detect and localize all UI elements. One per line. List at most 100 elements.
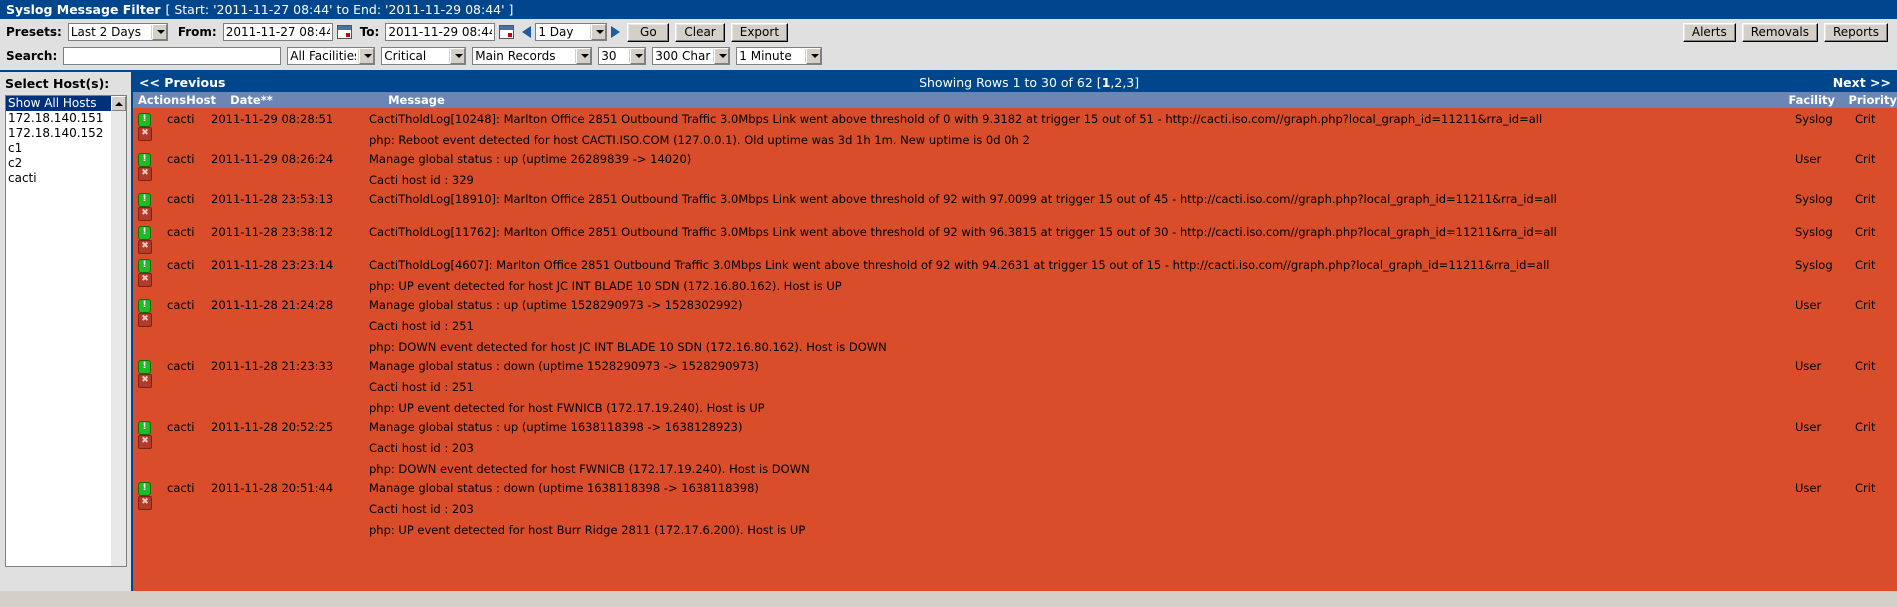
- window-title-bar: Syslog Message Filter [ Start: '2011-11-…: [0, 0, 1897, 19]
- facilities-select[interactable]: All Facilities: [287, 47, 376, 65]
- host-list-item[interactable]: 172.18.140.152: [6, 126, 126, 141]
- host-list-scrollbar[interactable]: [111, 96, 126, 566]
- reports-button[interactable]: Reports: [1823, 22, 1888, 42]
- row-actions: !✖: [133, 298, 167, 327]
- message-line: Cacti host id : 251: [369, 319, 474, 333]
- refresh-interval-select[interactable]: 1 Minute: [736, 47, 823, 65]
- message-line: php: UP event detected for host JC INT B…: [369, 279, 842, 293]
- cell-message: CactiTholdLog[10248]: Marlton Office 285…: [369, 112, 1795, 148]
- presets-select[interactable]: Last 2 Days: [67, 23, 168, 41]
- severity-select-wrap[interactable]: Critical: [381, 47, 467, 65]
- delete-icon[interactable]: ✖: [138, 496, 152, 510]
- delete-icon[interactable]: ✖: [138, 240, 152, 254]
- records-select[interactable]: Main Records: [472, 47, 593, 65]
- column-header-facility[interactable]: Facility: [1788, 93, 1848, 107]
- presets-select-wrap[interactable]: Last 2 Days: [67, 23, 168, 41]
- from-date-input[interactable]: [222, 23, 333, 41]
- cell-date: 2011-11-28 21:23:33: [211, 359, 334, 373]
- host-list-item[interactable]: 172.18.140.151: [6, 111, 126, 126]
- cell-priority: Crit: [1855, 420, 1876, 434]
- to-calendar-icon[interactable]: [499, 25, 515, 39]
- showing-rows-status: Showing Rows 1 to 30 of 62 [1,2,3]: [225, 75, 1832, 90]
- refresh-select-wrap[interactable]: 1 Minute: [736, 47, 823, 65]
- host-list-item[interactable]: Show All Hosts: [6, 96, 126, 111]
- arrow-right-icon[interactable]: [611, 26, 621, 38]
- delete-icon[interactable]: ✖: [138, 374, 152, 388]
- go-button[interactable]: Go: [627, 22, 670, 42]
- severity-select[interactable]: Critical: [381, 47, 467, 65]
- cell-host: cacti: [167, 192, 195, 206]
- cell-host: cacti: [167, 152, 195, 166]
- alert-icon[interactable]: !: [138, 258, 151, 273]
- host-list-item[interactable]: cacti: [6, 171, 126, 186]
- message-line: Manage global status : up (uptime 152829…: [369, 298, 743, 312]
- table-row[interactable]: !✖ cacti 2011-11-28 21:23:33 Manage global …: [133, 355, 1897, 416]
- table-row[interactable]: !✖ cacti 2011-11-28 23:23:14 CactiTholdLog[…: [133, 254, 1897, 294]
- delete-icon[interactable]: ✖: [138, 127, 152, 141]
- table-row[interactable]: !✖ cacti 2011-11-28 20:52:25 Manage global …: [133, 416, 1897, 477]
- host-listbox[interactable]: Show All Hosts 172.18.140.151 172.18.140.1…: [5, 95, 127, 567]
- column-header-message[interactable]: Message: [388, 93, 1788, 107]
- table-row[interactable]: !✖ cacti 2011-11-28 23:53:13 CactiTholdLog[…: [133, 188, 1897, 221]
- export-button[interactable]: Export: [730, 22, 789, 42]
- from-label: From:: [177, 25, 217, 39]
- message-line: Cacti host id : 203: [369, 502, 474, 516]
- alerts-button[interactable]: Alerts: [1682, 22, 1736, 42]
- column-header-host[interactable]: Host: [186, 93, 230, 107]
- delete-icon[interactable]: ✖: [138, 207, 152, 221]
- alert-icon[interactable]: !: [138, 359, 151, 374]
- delete-icon[interactable]: ✖: [138, 273, 152, 287]
- filter-row-top: Presets: Last 2 Days From: To: 1 Day Go …: [6, 22, 1891, 42]
- alert-icon[interactable]: !: [138, 225, 151, 240]
- message-line: Cacti host id : 203: [369, 441, 474, 455]
- next-page-link[interactable]: Next >>: [1833, 75, 1891, 90]
- column-header-priority[interactable]: Priority: [1848, 93, 1897, 107]
- table-row[interactable]: !✖ cacti 2011-11-28 20:51:44 Manage global …: [133, 477, 1897, 538]
- interval-select[interactable]: 1 Day: [535, 23, 608, 41]
- filter-panel: Presets: Last 2 Days From: To: 1 Day Go …: [0, 19, 1897, 72]
- alert-icon[interactable]: !: [138, 152, 151, 167]
- alert-icon[interactable]: !: [138, 112, 151, 127]
- search-input[interactable]: [63, 47, 282, 65]
- delete-icon[interactable]: ✖: [138, 435, 152, 449]
- cell-priority: Crit: [1855, 298, 1876, 312]
- host-list-item[interactable]: c2: [6, 156, 126, 171]
- arrow-left-icon[interactable]: [522, 26, 532, 38]
- column-header-date[interactable]: Date**: [230, 93, 388, 107]
- to-date-input[interactable]: [385, 23, 496, 41]
- delete-icon[interactable]: ✖: [138, 167, 152, 181]
- row-actions: !✖: [133, 359, 167, 388]
- cell-host: cacti: [167, 481, 195, 495]
- facilities-select-wrap[interactable]: All Facilities: [287, 47, 376, 65]
- table-row[interactable]: !✖ cacti 2011-11-28 21:24:28 Manage global …: [133, 294, 1897, 355]
- delete-icon[interactable]: ✖: [138, 313, 152, 327]
- previous-page-link[interactable]: << Previous: [139, 75, 225, 90]
- cell-facility: User: [1795, 359, 1822, 373]
- rows-select-wrap[interactable]: 30: [598, 47, 647, 65]
- alert-icon[interactable]: !: [138, 192, 151, 207]
- chars-select-wrap[interactable]: 300 Chars: [652, 47, 731, 65]
- interval-select-wrap[interactable]: 1 Day: [535, 23, 608, 41]
- records-select-wrap[interactable]: Main Records: [472, 47, 593, 65]
- other-pages-links[interactable]: ,2,3]: [1110, 75, 1139, 90]
- alert-icon[interactable]: !: [138, 298, 151, 313]
- cell-date: 2011-11-28 23:53:13: [211, 192, 334, 206]
- message-length-select[interactable]: 300 Chars: [652, 47, 731, 65]
- cell-host: cacti: [167, 112, 195, 126]
- alert-icon[interactable]: !: [138, 481, 151, 496]
- cell-host: cacti: [167, 258, 195, 272]
- clear-button[interactable]: Clear: [675, 22, 725, 42]
- host-list-item[interactable]: c1: [6, 141, 126, 156]
- from-calendar-icon[interactable]: [336, 25, 352, 39]
- column-header-actions[interactable]: Actions: [133, 93, 186, 107]
- table-row[interactable]: !✖ cacti 2011-11-28 23:38:12 CactiTholdLog[…: [133, 221, 1897, 254]
- table-row[interactable]: !✖ cacti 2011-11-29 08:26:24 Manage global …: [133, 148, 1897, 188]
- cell-priority: Crit: [1855, 225, 1876, 239]
- cell-priority: Crit: [1855, 359, 1876, 373]
- scroll-up-icon[interactable]: [111, 96, 126, 111]
- table-row[interactable]: !✖ cacti 2011-11-29 08:28:51 CactiTholdLog[…: [133, 108, 1897, 148]
- alert-icon[interactable]: !: [138, 420, 151, 435]
- rows-per-page-select[interactable]: 30: [598, 47, 647, 65]
- removals-button[interactable]: Removals: [1741, 22, 1818, 42]
- cell-priority: Crit: [1855, 192, 1876, 206]
